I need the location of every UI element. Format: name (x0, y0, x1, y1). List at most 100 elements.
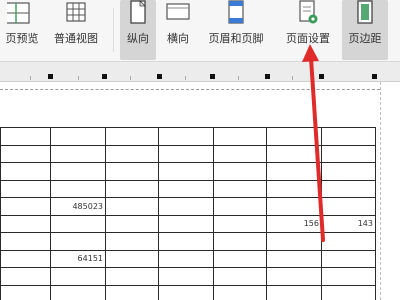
cell[interactable] (266, 249, 322, 268)
cell[interactable] (158, 267, 214, 286)
cell[interactable] (0, 162, 51, 181)
cell[interactable] (0, 232, 51, 251)
table-row (0, 267, 376, 286)
cell[interactable] (158, 144, 214, 163)
column-marker[interactable] (210, 74, 215, 79)
column-marker[interactable] (372, 74, 377, 79)
cell[interactable] (266, 197, 322, 216)
cell[interactable] (321, 267, 376, 286)
table-row (0, 232, 376, 251)
cell[interactable] (321, 179, 376, 198)
cell[interactable] (213, 249, 267, 268)
horizontal-ruler[interactable] (0, 62, 400, 82)
column-marker[interactable] (102, 74, 107, 79)
cell-value[interactable]: 143 (321, 214, 376, 233)
cell[interactable] (321, 127, 376, 146)
cell[interactable] (50, 284, 106, 300)
cell[interactable] (105, 267, 159, 286)
margins-label: 页边距 (348, 32, 382, 45)
cell[interactable] (105, 127, 159, 146)
cell[interactable] (213, 179, 267, 198)
cell[interactable] (50, 127, 106, 146)
cell[interactable] (321, 144, 376, 163)
column-marker[interactable] (265, 74, 270, 79)
cell-value[interactable]: 64151 (50, 249, 106, 268)
cell[interactable] (50, 214, 106, 233)
cell[interactable] (158, 214, 214, 233)
ruler-minor-tick (130, 76, 131, 80)
cell[interactable] (266, 144, 322, 163)
cell[interactable] (50, 162, 106, 181)
header-footer-label: 页眉和页脚 (208, 32, 264, 45)
cell[interactable] (321, 197, 376, 216)
cell[interactable] (213, 267, 267, 286)
cell[interactable] (213, 197, 267, 216)
cell[interactable] (0, 127, 51, 146)
page-setup-button[interactable]: 页面设置 (278, 0, 338, 60)
cell[interactable] (158, 179, 214, 198)
ruler-minor-tick (185, 76, 186, 80)
cell[interactable] (266, 127, 322, 146)
landscape-label: 横向 (167, 32, 189, 45)
cell[interactable] (0, 249, 51, 268)
cell[interactable] (213, 162, 267, 181)
cell[interactable] (0, 197, 51, 216)
cell[interactable] (266, 162, 322, 181)
cell[interactable] (0, 144, 51, 163)
cell[interactable] (105, 197, 159, 216)
cell[interactable] (50, 179, 106, 198)
cell[interactable] (158, 232, 214, 251)
column-marker[interactable] (48, 74, 53, 79)
column-marker[interactable] (319, 74, 324, 79)
cell[interactable] (321, 232, 376, 251)
cell[interactable] (50, 267, 106, 286)
cell[interactable] (158, 127, 214, 146)
header-footer-icon (228, 0, 244, 24)
cell[interactable] (105, 284, 159, 300)
cell[interactable] (105, 179, 159, 198)
cell[interactable] (105, 249, 159, 268)
landscape-button[interactable]: 横向 (160, 0, 196, 60)
cell[interactable] (0, 267, 51, 286)
cell[interactable] (321, 162, 376, 181)
portrait-button[interactable]: 纵向 (120, 0, 156, 60)
portrait-label: 纵向 (127, 32, 149, 45)
header-footer-button[interactable]: 页眉和页脚 (200, 0, 272, 60)
cell[interactable] (266, 267, 322, 286)
cell[interactable] (266, 284, 322, 300)
top-margin-guide[interactable] (0, 89, 380, 90)
cell[interactable] (158, 249, 214, 268)
cell[interactable] (50, 144, 106, 163)
cell-value[interactable]: 156 (266, 214, 322, 233)
cell[interactable] (105, 232, 159, 251)
cell[interactable] (266, 179, 322, 198)
normal-view-button[interactable]: 普通视图 (46, 0, 106, 60)
cell[interactable] (158, 197, 214, 216)
cell[interactable] (266, 232, 322, 251)
cell[interactable] (105, 214, 159, 233)
cell[interactable] (213, 127, 267, 146)
cell[interactable] (158, 284, 214, 300)
cell[interactable] (50, 232, 106, 251)
column-marker[interactable] (157, 74, 162, 79)
cell[interactable] (213, 214, 267, 233)
table-row (0, 127, 376, 146)
ruler-minor-tick (238, 76, 239, 80)
cell[interactable] (213, 232, 267, 251)
cell[interactable] (158, 162, 214, 181)
cell[interactable] (213, 284, 267, 300)
cell[interactable] (105, 144, 159, 163)
cell[interactable] (0, 179, 51, 198)
right-margin-guide[interactable] (380, 82, 381, 300)
grid-view-icon (66, 2, 86, 22)
cell[interactable] (321, 284, 376, 300)
cell[interactable] (105, 162, 159, 181)
cell[interactable] (321, 249, 376, 268)
cell[interactable] (0, 284, 51, 300)
table-row (0, 284, 376, 300)
cell-value[interactable]: 485023 (50, 197, 106, 216)
cell[interactable] (213, 144, 267, 163)
margins-button[interactable]: 页边距 (342, 0, 388, 60)
cell[interactable] (0, 214, 51, 233)
page-preview-button[interactable]: 页预览 (0, 0, 44, 60)
